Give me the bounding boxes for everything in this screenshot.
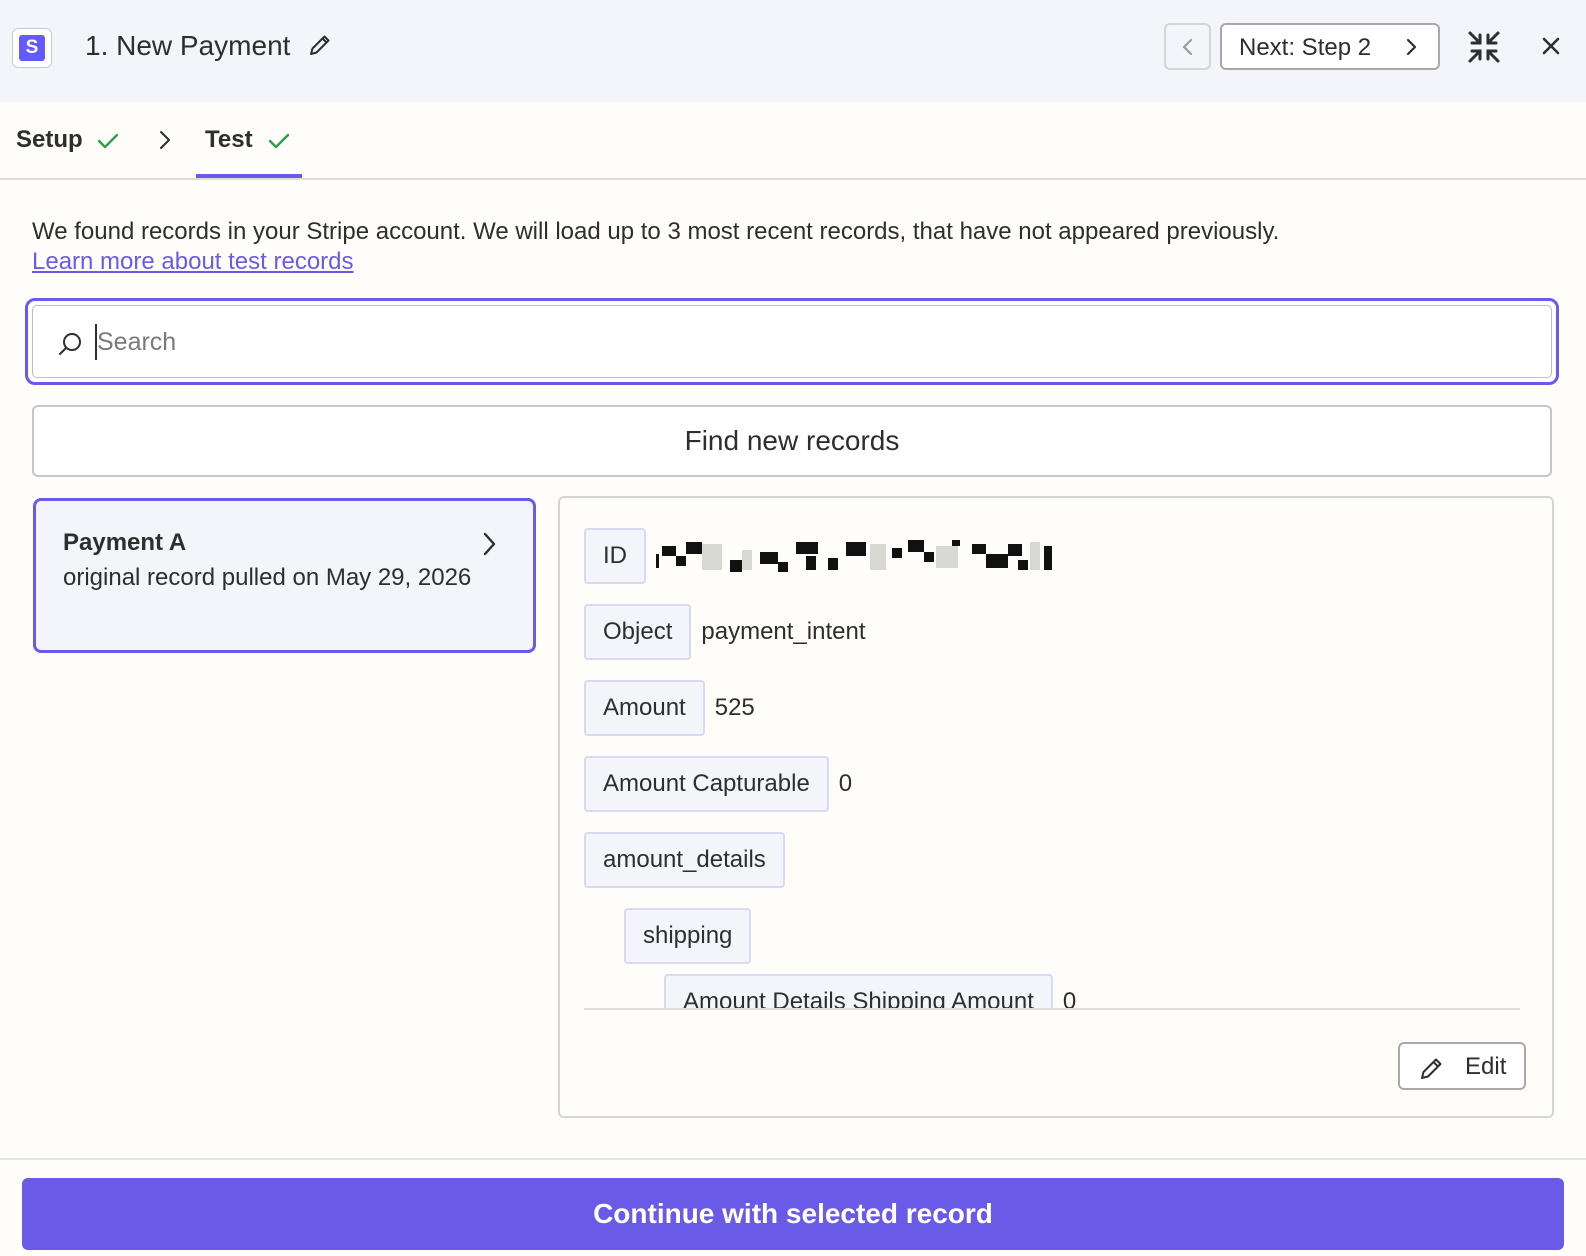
check-icon: [268, 133, 290, 149]
field-key: Amount: [584, 680, 705, 736]
edit-button[interactable]: Edit: [1398, 1042, 1526, 1090]
find-new-records-button[interactable]: Find new records: [32, 405, 1552, 477]
field-group-key: shipping: [624, 908, 752, 964]
continue-button[interactable]: Continue with selected record: [22, 1178, 1564, 1250]
field-row: Amount 525: [584, 680, 755, 736]
tab-setup[interactable]: Setup: [16, 126, 83, 154]
chevron-left-icon: [1182, 38, 1193, 56]
step-title[interactable]: 1. New Payment: [85, 30, 290, 62]
field-key: Object: [584, 604, 692, 660]
chevron-right-icon: [1406, 38, 1417, 56]
edit-button-label: Edit: [1465, 1053, 1507, 1080]
search-box[interactable]: [25, 298, 1559, 385]
field-value: 525: [714, 694, 755, 721]
field-row: shipping: [624, 908, 752, 964]
record-card[interactable]: Payment A original record pulled on May …: [33, 498, 536, 653]
field-group-key: amount_details: [584, 832, 785, 888]
field-row: Amount Details Shipping Amount 0: [664, 974, 1077, 1010]
field-key: ID: [584, 528, 646, 584]
close-icon[interactable]: [1539, 34, 1563, 58]
stripe-app-icon: S: [12, 28, 52, 68]
field-value: 0: [838, 770, 853, 797]
field-value: payment_intent: [701, 618, 866, 645]
active-tab-indicator: [196, 174, 302, 178]
previous-step-button[interactable]: [1164, 23, 1211, 70]
search-icon: [59, 333, 81, 355]
record-details-panel: ID Object payment_intent Amount 525 Amou…: [558, 496, 1554, 1118]
field-key: Amount Details Shipping Amount: [664, 974, 1053, 1008]
record-name: Payment A: [63, 529, 187, 556]
search-input[interactable]: [95, 324, 1395, 360]
record-fields-list[interactable]: ID Object payment_intent Amount 525 Amou…: [584, 528, 1520, 1010]
info-text: We found records in your Stripe account.…: [32, 218, 1280, 245]
field-row: ID: [584, 528, 1054, 584]
record-subtitle: original record pulled on May 29, 2026: [63, 564, 472, 591]
field-row: Amount Capturable 0: [584, 756, 852, 812]
search-field[interactable]: [32, 305, 1552, 378]
collapse-icon[interactable]: [1467, 30, 1501, 64]
chevron-right-icon: [160, 131, 170, 149]
next-step-label: Next: Step 2: [1239, 34, 1372, 61]
learn-more-link[interactable]: Learn more about test records: [32, 248, 354, 276]
stripe-logo-letter: S: [19, 35, 45, 61]
step-tabs: Setup Test: [0, 102, 1586, 180]
pencil-icon[interactable]: [307, 32, 333, 58]
chevron-right-icon: [483, 532, 496, 556]
field-value: 0: [1062, 988, 1077, 1010]
field-key: Amount Capturable: [584, 756, 829, 812]
footer-divider: [0, 1158, 1586, 1160]
pencil-icon: [1421, 1058, 1442, 1079]
tab-test[interactable]: Test: [205, 126, 253, 154]
redacted-value: [656, 538, 1054, 574]
next-step-button[interactable]: Next: Step 2: [1220, 23, 1440, 70]
field-row: Object payment_intent: [584, 604, 865, 660]
step-header: S 1. New Payment Next: Step 2: [0, 0, 1586, 102]
field-row: amount_details: [584, 832, 785, 888]
check-icon: [97, 133, 119, 149]
